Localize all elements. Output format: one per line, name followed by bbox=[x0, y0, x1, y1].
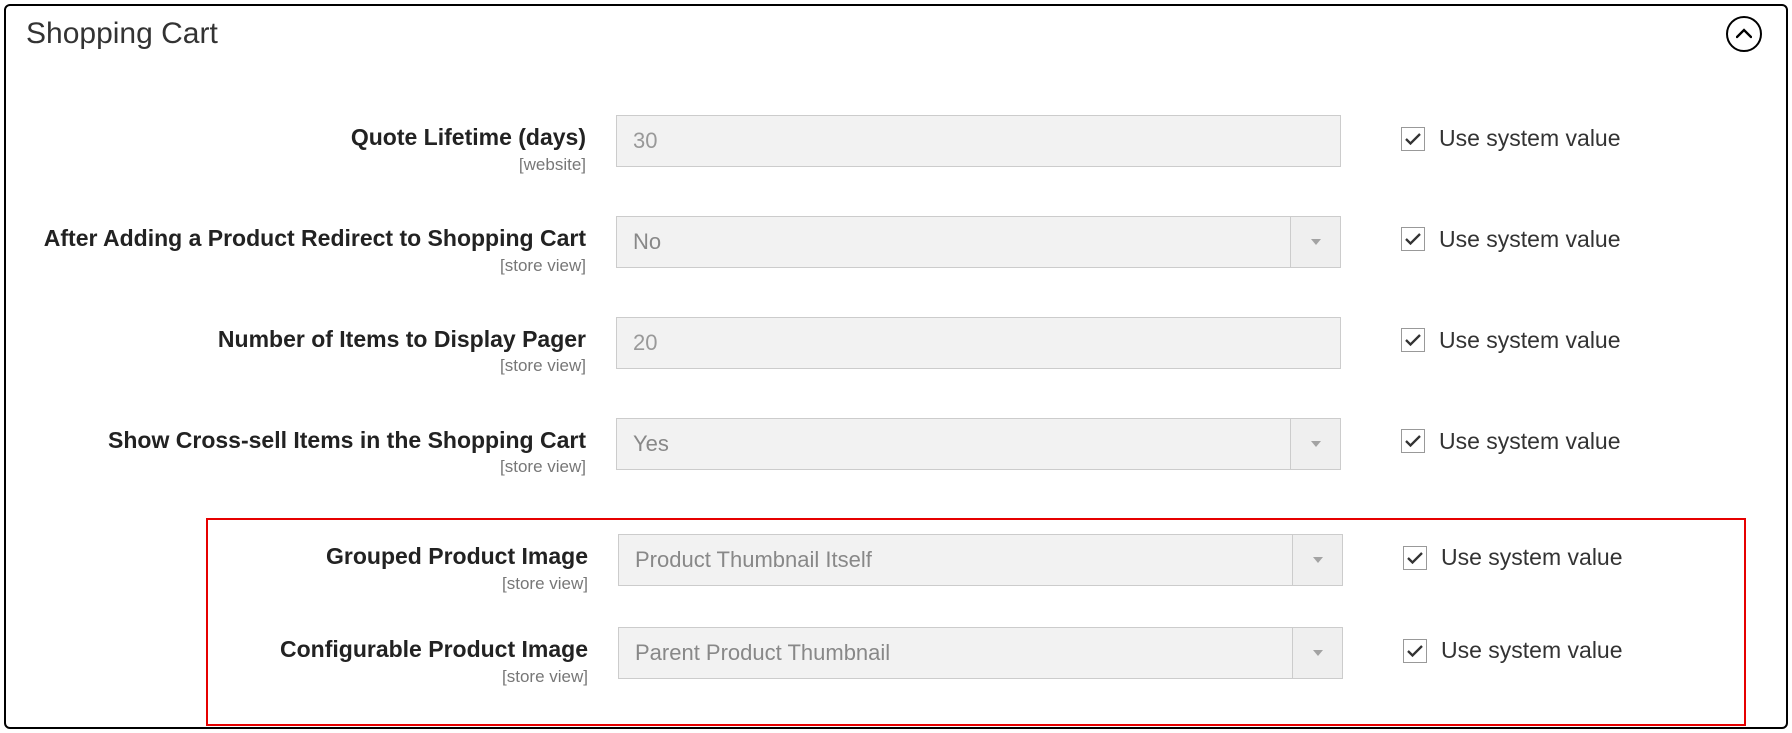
select-arrow bbox=[1290, 419, 1340, 469]
field-label: Grouped Product Image bbox=[326, 543, 588, 569]
field-label: Show Cross-sell Items in the Shopping Ca… bbox=[108, 427, 586, 453]
caret-down-icon bbox=[1309, 439, 1323, 449]
input-col: Yes bbox=[616, 418, 1341, 470]
check-icon bbox=[1404, 131, 1422, 147]
use-system-value-label: Use system value bbox=[1439, 327, 1621, 354]
row-redirect-to-cart: After Adding a Product Redirect to Shopp… bbox=[26, 216, 1766, 277]
redirect-to-cart-select[interactable]: No bbox=[616, 216, 1341, 268]
check-col: Use system value bbox=[1343, 627, 1743, 664]
select-value: Product Thumbnail Itself bbox=[635, 547, 872, 573]
shopping-cart-section: Shopping Cart Quote Lifetime (days) [web… bbox=[4, 4, 1788, 729]
caret-down-icon bbox=[1311, 555, 1325, 565]
use-system-value-checkbox[interactable] bbox=[1401, 227, 1425, 251]
field-scope: [website] bbox=[26, 154, 586, 176]
input-col: Product Thumbnail Itself bbox=[618, 534, 1343, 586]
check-col: Use system value bbox=[1341, 317, 1741, 354]
row-items-pager: Number of Items to Display Pager [store … bbox=[26, 317, 1766, 378]
field-scope: [store view] bbox=[26, 355, 586, 377]
field-label: Quote Lifetime (days) bbox=[351, 124, 586, 150]
use-system-value-checkbox[interactable] bbox=[1401, 127, 1425, 151]
check-col: Use system value bbox=[1343, 534, 1743, 571]
label-col: After Adding a Product Redirect to Shopp… bbox=[26, 216, 616, 277]
row-quote-lifetime: Quote Lifetime (days) [website] Use syst… bbox=[26, 115, 1766, 176]
check-col: Use system value bbox=[1341, 418, 1741, 455]
check-icon bbox=[1406, 550, 1424, 566]
check-icon bbox=[1404, 433, 1422, 449]
collapse-button[interactable] bbox=[1726, 16, 1762, 52]
input-col: Parent Product Thumbnail bbox=[618, 627, 1343, 679]
use-system-value-checkbox[interactable] bbox=[1401, 328, 1425, 352]
select-arrow bbox=[1292, 535, 1342, 585]
select-arrow bbox=[1292, 628, 1342, 678]
field-scope: [store view] bbox=[26, 456, 586, 478]
label-col: Grouped Product Image [store view] bbox=[208, 534, 618, 595]
configurable-image-select[interactable]: Parent Product Thumbnail bbox=[618, 627, 1343, 679]
use-system-value-checkbox[interactable] bbox=[1403, 546, 1427, 570]
select-value: Parent Product Thumbnail bbox=[635, 640, 890, 666]
caret-down-icon bbox=[1311, 648, 1325, 658]
field-scope: [store view] bbox=[208, 573, 588, 595]
use-system-value-label: Use system value bbox=[1439, 226, 1621, 253]
row-cross-sell: Show Cross-sell Items in the Shopping Ca… bbox=[26, 418, 1766, 479]
chevron-up-icon bbox=[1736, 28, 1752, 40]
check-col: Use system value bbox=[1341, 216, 1741, 253]
field-label: Number of Items to Display Pager bbox=[218, 326, 586, 352]
select-value: Yes bbox=[633, 431, 669, 457]
form-area: Quote Lifetime (days) [website] Use syst… bbox=[26, 60, 1766, 726]
cross-sell-select[interactable]: Yes bbox=[616, 418, 1341, 470]
label-col: Configurable Product Image [store view] bbox=[208, 627, 618, 688]
label-col: Quote Lifetime (days) [website] bbox=[26, 115, 616, 176]
row-configurable-image: Configurable Product Image [store view] … bbox=[208, 627, 1744, 688]
caret-down-icon bbox=[1309, 237, 1323, 247]
label-col: Show Cross-sell Items in the Shopping Ca… bbox=[26, 418, 616, 479]
use-system-value-label: Use system value bbox=[1441, 637, 1623, 664]
quote-lifetime-input[interactable] bbox=[616, 115, 1341, 167]
use-system-value-label: Use system value bbox=[1439, 125, 1621, 152]
select-value: No bbox=[633, 229, 661, 255]
use-system-value-checkbox[interactable] bbox=[1403, 639, 1427, 663]
field-scope: [store view] bbox=[208, 666, 588, 688]
use-system-value-label: Use system value bbox=[1439, 428, 1621, 455]
grouped-image-select[interactable]: Product Thumbnail Itself bbox=[618, 534, 1343, 586]
field-label: After Adding a Product Redirect to Shopp… bbox=[44, 225, 586, 251]
select-arrow bbox=[1290, 217, 1340, 267]
check-icon bbox=[1404, 231, 1422, 247]
use-system-value-checkbox[interactable] bbox=[1401, 429, 1425, 453]
section-header: Shopping Cart bbox=[26, 16, 1766, 60]
check-col: Use system value bbox=[1341, 115, 1741, 152]
input-col bbox=[616, 115, 1341, 167]
use-system-value-label: Use system value bbox=[1441, 544, 1623, 571]
input-col: No bbox=[616, 216, 1341, 268]
input-col bbox=[616, 317, 1341, 369]
row-grouped-image: Grouped Product Image [store view] Produ… bbox=[208, 534, 1744, 595]
items-pager-input[interactable] bbox=[616, 317, 1341, 369]
section-title: Shopping Cart bbox=[26, 17, 218, 51]
field-scope: [store view] bbox=[26, 255, 586, 277]
label-col: Number of Items to Display Pager [store … bbox=[26, 317, 616, 378]
check-icon bbox=[1406, 643, 1424, 659]
check-icon bbox=[1404, 332, 1422, 348]
field-label: Configurable Product Image bbox=[280, 636, 588, 662]
highlight-box: Grouped Product Image [store view] Produ… bbox=[206, 518, 1746, 726]
